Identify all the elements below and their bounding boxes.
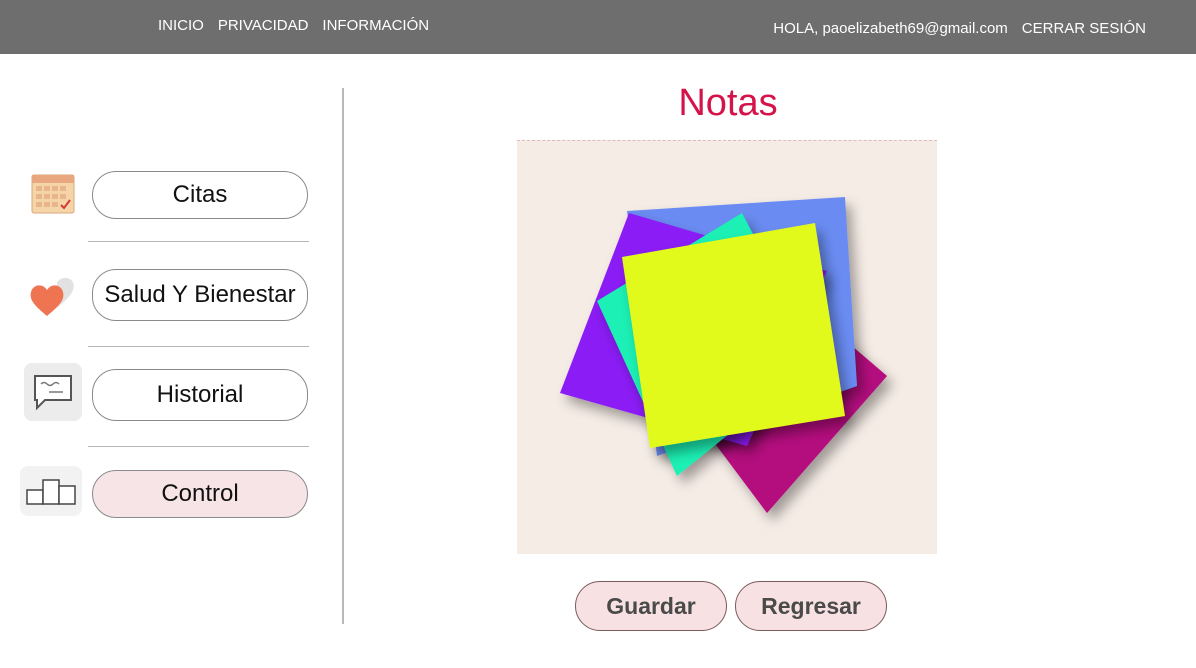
save-button[interactable]: Guardar xyxy=(575,581,727,631)
sidebar-item-label: Salud Y Bienestar xyxy=(104,281,296,308)
back-button-label: Regresar xyxy=(761,592,861,619)
top-navigation-bar: INICIO PRIVACIDAD INFORMACIÓN HOLA, paoe… xyxy=(0,0,1196,54)
sidebar-item-salud-y-bienestar[interactable]: Salud Y Bienestar xyxy=(92,269,308,321)
nav-privacidad-link[interactable]: PRIVACIDAD xyxy=(218,17,309,34)
calendar-icon[interactable] xyxy=(24,164,82,222)
sidebar-item-label: Control xyxy=(161,480,239,507)
nav-informacion-link[interactable]: INFORMACIÓN xyxy=(322,17,429,34)
main-nav: INICIO PRIVACIDAD INFORMACIÓN xyxy=(158,17,429,34)
back-button[interactable]: Regresar xyxy=(735,581,887,631)
sidebar-item-label: Citas xyxy=(172,181,228,208)
vertical-divider xyxy=(342,88,344,624)
sidebar-item-citas[interactable]: Citas xyxy=(92,171,308,219)
user-nav: HOLA, paoelizabeth69@gmail.com CERRAR SE… xyxy=(773,20,1146,37)
sidebar-item-historial[interactable]: Historial xyxy=(92,369,308,421)
notes-illustration xyxy=(517,140,937,554)
sidebar-item-label: Historial xyxy=(156,381,244,408)
sidebar-divider xyxy=(88,241,309,242)
sidebar-divider xyxy=(88,446,309,447)
save-button-label: Guardar xyxy=(606,592,696,619)
sidebar-divider xyxy=(88,346,309,347)
user-greeting: HOLA, paoelizabeth69@gmail.com xyxy=(773,20,1008,37)
chat-bubble-icon[interactable] xyxy=(24,363,82,421)
nav-inicio-link[interactable]: INICIO xyxy=(158,17,204,34)
podium-icon[interactable] xyxy=(20,466,82,516)
page-title: Notas xyxy=(678,82,778,124)
sidebar-item-control[interactable]: Control xyxy=(92,470,308,518)
yellow-sticky-note xyxy=(622,223,845,448)
heart-icon[interactable] xyxy=(24,268,82,326)
logout-link[interactable]: CERRAR SESIÓN xyxy=(1022,20,1146,37)
